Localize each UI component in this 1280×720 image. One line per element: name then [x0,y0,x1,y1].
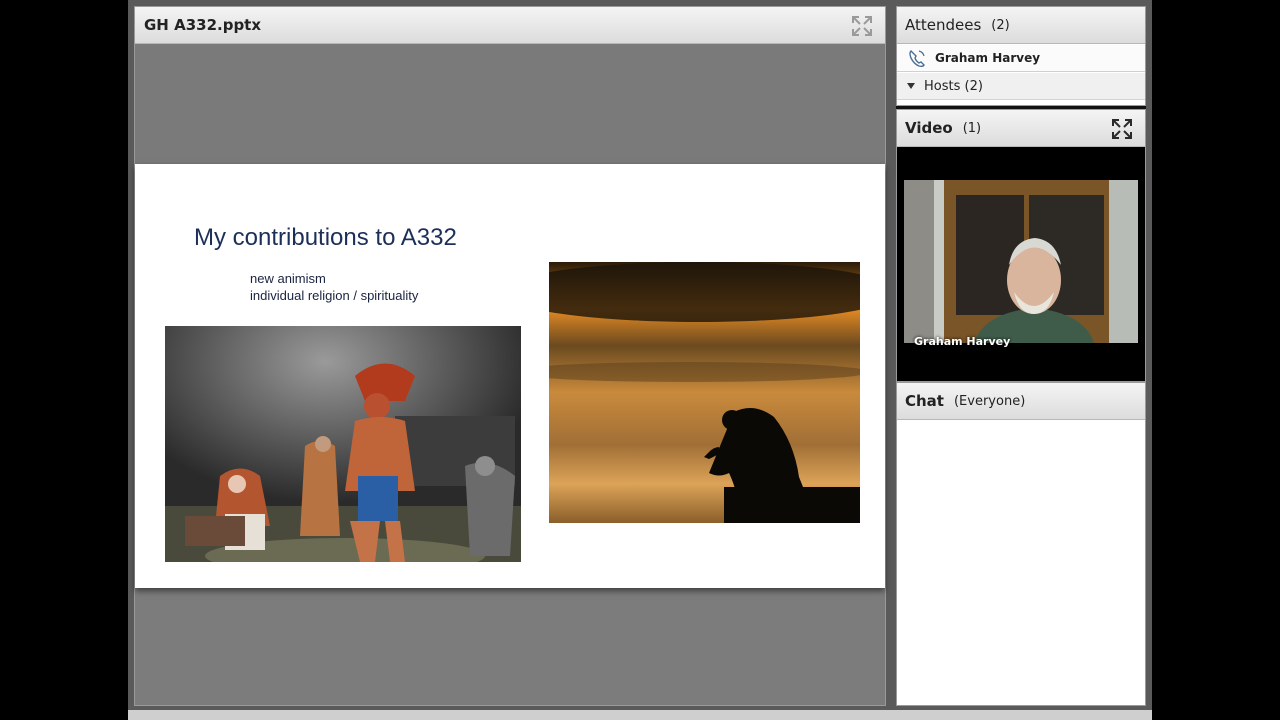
video-speaker-name: Graham Harvey [914,335,1011,348]
video-count: (1) [962,120,982,136]
triangle-down-icon [907,83,915,89]
attendee-name: Graham Harvey [935,51,1041,65]
attendees-count: (2) [991,17,1010,33]
slide-bullet: individual religion / spirituality [250,288,419,303]
chat-scope: (Everyone) [953,393,1026,409]
video-title: Video [905,119,953,137]
bottom-toolbar-edge [128,710,1152,720]
phone-icon [909,50,925,68]
hosts-group-toggle[interactable]: Hosts (2) [897,73,1145,100]
video-pod: Video (1) Graham Harvey [896,109,1146,382]
meeting-app: GH A332.pptx My contributions to A332 ne… [128,0,1152,720]
slide-title: My contributions to A332 [194,224,457,251]
dancer-photo [165,326,521,562]
right-sidebar: Attendees (2) Graham Harvey Hosts (2) Vi… [896,6,1146,706]
slide-bullets: new animism individual religion / spirit… [250,270,418,304]
chat-header: Chat (Everyone) [897,383,1145,420]
attendees-header: Attendees (2) [897,7,1145,44]
hosts-label: Hosts (2) [924,78,983,94]
share-content-area: My contributions to A332 new animism ind… [135,44,885,705]
chat-pod: Chat (Everyone) [896,382,1146,706]
slide-bullet: new animism [250,271,326,286]
chat-title: Chat [905,392,944,410]
attendees-title: Attendees [905,16,982,34]
fullscreen-icon[interactable] [851,15,873,37]
video-header: Video (1) [897,110,1145,147]
share-pod-header: GH A332.pptx [135,7,885,44]
share-pod-title: GH A332.pptx [144,16,262,34]
share-background [135,44,885,164]
fullscreen-icon[interactable] [1111,118,1133,140]
attendees-pod: Attendees (2) Graham Harvey Hosts (2) [896,6,1146,106]
attendee-row[interactable]: Graham Harvey [897,45,1145,72]
webcam-video-feed[interactable] [904,180,1138,343]
presentation-slide: My contributions to A332 new animism ind… [135,164,885,588]
silhouette-photo [549,262,860,523]
share-pod: GH A332.pptx My contributions to A332 ne… [134,6,886,706]
chat-messages-area[interactable] [897,421,1145,705]
